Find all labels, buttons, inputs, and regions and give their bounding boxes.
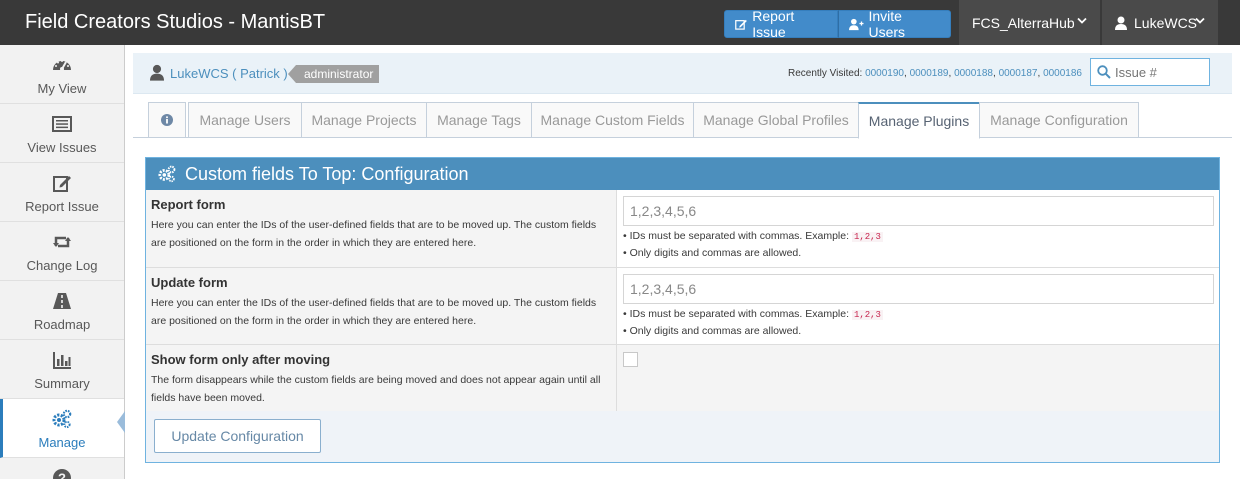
user-plus-icon [849,18,864,30]
panel-title: Custom fields To Top: Configuration [185,164,469,184]
row-label-cell: Update form Here you can enter the IDs o… [146,268,617,344]
active-indicator [117,411,125,433]
row-title: Update form [151,275,228,290]
sidebar-item-label: My View [37,81,87,96]
tab-manage-tags[interactable]: Manage Tags [426,102,532,138]
sidebar-item-change-log[interactable]: Change Log [0,222,124,281]
row-hint: • IDs must be separated with commas. Exa… [623,308,883,320]
dashboard-icon [53,60,71,71]
svg-text:?: ? [58,471,66,479]
tab-manage-projects[interactable]: Manage Projects [301,102,427,138]
tab-manage-plugins[interactable]: Manage Plugins [858,102,980,139]
tab-manage-custom-fields[interactable]: Manage Custom Fields [531,102,694,138]
search-icon [1097,65,1111,79]
row-label-cell: Show form only after moving The form dis… [146,345,617,411]
gears-icon [158,165,176,183]
edit-icon [53,176,71,192]
config-row-report-form: Report form Here you can enter the IDs o… [146,190,1219,268]
issue-search[interactable] [1090,58,1210,86]
sidebar-item-label: Roadmap [33,317,91,332]
report-issue-button[interactable]: Report Issue [724,8,838,40]
sidebar-item-summary[interactable]: Summary [0,340,124,399]
recent-issue-link[interactable]: 0000188 [954,68,993,79]
role-badge: administrator [287,65,380,83]
update-form-ids-input[interactable] [623,274,1214,304]
breadcrumb: LukeWCS ( Patrick ) administrator Recent… [133,53,1232,94]
recently-visited-label: Recently Visited: [787,68,863,79]
panel-header: Custom fields To Top: Configuration [146,158,1219,190]
sidebar-item-label: Manage [38,435,86,450]
row-hint: • IDs must be separated with commas. Exa… [623,230,883,242]
hint-text: • IDs must be separated with commas. Exa… [623,230,850,242]
sidebar-item-manage[interactable]: Manage [0,399,125,458]
recent-issue-link[interactable]: 0000190 [865,68,904,79]
user-dropdown[interactable]: LukeWCS [1102,0,1218,45]
recently-visited: Recently Visited: 0000190, 0000189, 0000… [787,68,1082,79]
config-panel: Custom fields To Top: Configuration Repo… [145,157,1220,463]
sidebar-item-my-view[interactable]: My View [0,45,124,104]
sidebar-item-label: Change Log [26,258,98,273]
question-circle-icon: ? [53,469,71,479]
edit-icon [735,19,747,30]
row-title: Show form only after moving [151,352,331,367]
recent-issue-link[interactable]: 0000189 [910,68,949,79]
tab-manage-users[interactable]: Manage Users [188,102,302,138]
retweet-icon [53,236,71,248]
sidebar: My View View Issues Report Issue Change … [0,45,125,479]
sidebar-item-label: Report Issue [25,199,99,214]
project-dropdown[interactable]: FCS_AlterraHub [959,0,1100,45]
row-value-cell: • IDs must be separated with commas. Exa… [617,268,1219,344]
report-form-ids-input[interactable] [623,196,1214,226]
sidebar-item-label: Summary [34,376,90,391]
tab-manage-global-profiles[interactable]: Manage Global Profiles [693,102,859,138]
update-configuration-button[interactable]: Update Configuration [154,419,321,453]
sidebar-item-roadmap[interactable]: Roadmap [0,281,124,340]
sidebar-item-help[interactable]: ? [0,458,124,479]
row-description: Here you can enter the IDs of the user-d… [151,297,597,327]
row-description: The form disappears while the custom fie… [151,374,601,404]
sidebar-item-view-issues[interactable]: View Issues [0,104,124,163]
navbar: Field Creators Studios - MantisBT Report… [0,0,1240,45]
invite-users-button[interactable]: Invite Users [838,8,951,40]
hint-text: • IDs must be separated with commas. Exa… [623,308,850,320]
tab-info[interactable] [148,102,186,138]
hint-example: 1,2,3 [851,232,883,242]
chevron-down-icon [1077,17,1087,24]
panel-footer: Update Configuration [146,411,1219,462]
sidebar-item-label: View Issues [27,140,97,155]
hint-example: 1,2,3 [851,310,883,320]
row-description: Here you can enter the IDs of the user-d… [151,219,597,249]
user-icon [150,64,164,81]
recent-issue-link[interactable]: 0000187 [999,68,1038,79]
manage-tabs: Manage Users Manage Projects Manage Tags… [133,100,1232,139]
gears-icon [52,409,72,429]
chevron-down-icon [1195,17,1205,24]
row-value-cell: • IDs must be separated with commas. Exa… [617,190,1219,267]
tab-manage-configuration[interactable]: Manage Configuration [979,102,1139,138]
user-name: LukeWCS [1134,14,1198,31]
sidebar-item-report-issue[interactable]: Report Issue [0,163,124,222]
config-row-show-form: Show form only after moving The form dis… [146,345,1219,411]
row-label-cell: Report form Here you can enter the IDs o… [146,190,617,267]
row-value-cell [617,345,1219,411]
project-name: FCS_AlterraHub [972,14,1075,31]
config-row-update-form: Update form Here you can enter the IDs o… [146,268,1219,345]
report-issue-label: Report Issue [752,8,795,40]
issue-search-input[interactable] [1115,63,1205,81]
row-hint: • Only digits and commas are allowed. [623,247,802,259]
bar-chart-icon [53,352,71,369]
info-icon [161,114,173,126]
list-icon [52,116,72,132]
recent-issue-link[interactable]: 0000186 [1043,68,1082,79]
brand-title[interactable]: Field Creators Studios - MantisBT [25,11,325,34]
current-user-link[interactable]: LukeWCS ( Patrick ) [170,66,288,81]
row-title: Report form [151,197,226,212]
show-form-after-moving-checkbox[interactable] [623,352,638,367]
user-icon [1115,16,1127,30]
row-hint: • Only digits and commas are allowed. [623,325,802,337]
road-icon [53,293,71,309]
invite-users-label: Invite Users [868,8,906,40]
